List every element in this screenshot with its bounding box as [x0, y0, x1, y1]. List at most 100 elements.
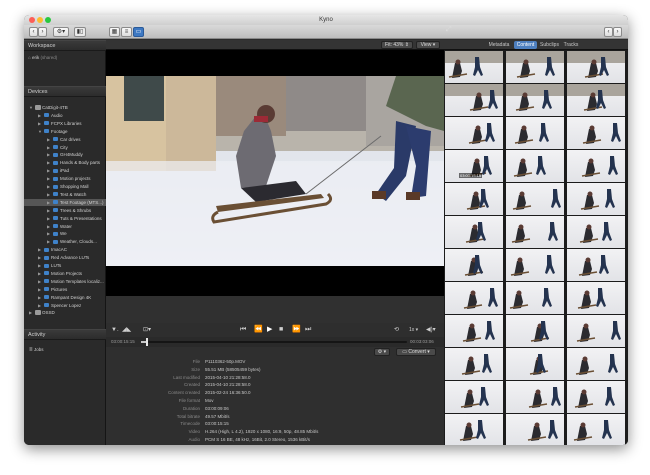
crop-icon[interactable]: ⊡▾ [143, 326, 151, 334]
thumbnail[interactable] [567, 414, 625, 445]
device-tree-item[interactable]: ▶ Audio [24, 112, 106, 119]
thumbnail[interactable] [506, 348, 564, 380]
device-tree-item[interactable]: ▶ Car drives [24, 136, 106, 143]
disclosure-triangle-icon[interactable]: ▶ [38, 120, 41, 127]
thumbnail[interactable] [445, 348, 503, 380]
thumbnail[interactable] [567, 216, 625, 248]
timeline-track[interactable] [141, 338, 407, 346]
device-tree-item[interactable]: ▶ We [24, 230, 106, 237]
device-tree-item[interactable]: ▶ LUTs [24, 262, 106, 269]
speed-select[interactable]: 1x ▾ [409, 326, 418, 334]
thumbnail[interactable] [567, 183, 625, 215]
thumbnail[interactable] [506, 315, 564, 347]
thumbnail[interactable] [567, 51, 625, 83]
disclosure-triangle-icon[interactable]: ▶ [47, 215, 50, 222]
forward-button[interactable]: › [38, 27, 47, 37]
disclosure-triangle-icon[interactable]: ▶ [38, 278, 41, 285]
settings-button[interactable]: ⚙▾ [53, 27, 69, 37]
skip-back-icon[interactable]: ⏮ [240, 326, 246, 334]
disclosure-triangle-icon[interactable]: ▶ [47, 159, 50, 166]
thumbnail[interactable] [506, 216, 564, 248]
metadata-value[interactable]: Mov [205, 397, 214, 404]
disclosure-triangle-icon[interactable]: ▶ [47, 136, 50, 143]
mark-in-icon[interactable]: ▼. [111, 326, 119, 334]
disclosure-triangle-icon[interactable]: ▶ [38, 302, 41, 309]
zoom-fit-select[interactable]: Fit: 43% ⇕ [381, 41, 413, 49]
view-select[interactable]: View ▾ [416, 41, 440, 49]
metadata-value[interactable]: 03:00:15:15 [205, 420, 229, 427]
thumbnail[interactable] [445, 381, 503, 413]
nav-forward-right-button[interactable]: › [613, 27, 622, 37]
device-tree-item[interactable]: ▶ Shopping Mall [24, 183, 106, 190]
device-tree-item[interactable]: ▶ Test & Watch [24, 191, 106, 198]
metadata-value[interactable]: P1110362-50p.MOV [205, 358, 245, 365]
thumbnail[interactable] [445, 216, 503, 248]
device-tree-item[interactable]: ▶ Spencer Lopez [24, 302, 106, 309]
thumbnail[interactable] [567, 117, 625, 149]
thumbnail[interactable] [506, 84, 564, 116]
thumbnail[interactable] [445, 315, 503, 347]
loop-icon[interactable]: ⟲ [394, 326, 399, 334]
convert-button[interactable]: ▭ Convert ▾ [396, 348, 436, 356]
disclosure-triangle-icon[interactable]: ▶ [47, 183, 50, 190]
tab-content[interactable]: Content [514, 41, 537, 49]
disclosure-triangle-icon[interactable]: ▶ [47, 191, 50, 198]
thumbnail[interactable] [445, 84, 503, 116]
thumbnail[interactable] [567, 150, 625, 182]
thumbnail[interactable] [567, 249, 625, 281]
metadata-value[interactable]: 2015-04-10 21:28:58.0 [205, 381, 251, 388]
device-tree-item[interactable]: ▶ Motion Templates localiz... [24, 278, 106, 285]
disclosure-triangle-icon[interactable]: ▶ [38, 270, 41, 277]
device-tree-item[interactable]: ▶ Test Footage (MTS...) [24, 198, 106, 206]
device-tree-item[interactable]: ▶ Hands & Body parts [24, 159, 106, 166]
thumbnail[interactable]: 03:00:15:15 [445, 150, 503, 182]
thumbnail[interactable] [445, 51, 503, 83]
thumbnail[interactable] [506, 282, 564, 314]
back-button[interactable]: ‹ [29, 27, 38, 37]
device-tree-item[interactable]: ▶ iPad [24, 167, 106, 174]
device-tree-item[interactable]: ▶ ImacAC [24, 246, 106, 253]
metadata-value[interactable]: 2015-04-10 21:28:58.0 [205, 374, 251, 381]
thumbnail[interactable] [567, 348, 625, 380]
step-forward-icon[interactable]: ⏩ [292, 326, 301, 334]
minimize-window-button[interactable] [37, 17, 43, 23]
video-viewer[interactable] [106, 50, 444, 296]
disclosure-triangle-icon[interactable]: ▶ [38, 294, 41, 301]
device-tree-item[interactable]: ▶ City [24, 144, 106, 151]
disclosure-triangle-icon[interactable]: ▶ [47, 238, 50, 245]
thumbnail[interactable] [445, 183, 503, 215]
metadata-value[interactable]: PCM S 16 BE, 48 kHz, 16Bit, 2.0 Stereo, … [205, 436, 310, 443]
device-tree-item[interactable]: ▼ Footage [24, 128, 106, 135]
disclosure-triangle-icon[interactable]: ▶ [47, 230, 50, 237]
thumbnail[interactable] [506, 51, 564, 83]
device-tree-item[interactable]: ▶ Motion projects [24, 175, 106, 182]
disclosure-triangle-icon[interactable]: ▶ [38, 286, 41, 293]
metadata-value[interactable]: H.264 (High, L 4.2), 1920 x 1080, 16:9, … [205, 428, 318, 435]
skip-forward-icon[interactable]: ⏭ [305, 326, 311, 334]
tab-tracks[interactable]: Tracks [562, 41, 580, 49]
activity-jobs-item[interactable]: ≣ Jobs [24, 346, 106, 353]
play-icon[interactable]: ▶ [267, 326, 272, 334]
disclosure-triangle-icon[interactable]: ▶ [29, 309, 32, 316]
thumbnail[interactable] [506, 183, 564, 215]
device-tree-item[interactable]: ▶ GH4Muddy [24, 151, 106, 158]
device-tree-item[interactable]: ▶ Weather, Clouds... [24, 238, 106, 245]
thumbnail[interactable] [567, 84, 625, 116]
device-tree-item[interactable]: ▶ Water [24, 223, 106, 230]
thumbnail[interactable] [506, 150, 564, 182]
player-view-button[interactable]: ▭ [133, 27, 144, 37]
list-view-button[interactable]: ≡ [121, 27, 132, 37]
device-tree-item[interactable]: ▶ Tuts & Presentations [24, 215, 106, 222]
timeline[interactable]: 03:00:15:15 00:03:03:06 [106, 337, 444, 347]
disclosure-triangle-icon[interactable]: ▶ [47, 167, 50, 174]
device-tree-item[interactable]: ▶ Pictures [24, 286, 106, 293]
sidebar-toggle-button[interactable]: ▮▯ [74, 27, 86, 37]
tab-subclips[interactable]: Subclips [538, 41, 561, 49]
thumbnail[interactable] [506, 414, 564, 445]
close-window-button[interactable] [29, 17, 35, 23]
thumbnail[interactable] [567, 381, 625, 413]
metadata-value[interactable]: 03:00:09:06 [205, 405, 229, 412]
disclosure-triangle-icon[interactable]: ▶ [47, 151, 50, 158]
device-tree-item[interactable]: ▶ Motion Projects [24, 270, 106, 277]
disclosure-triangle-icon[interactable]: ▶ [47, 223, 50, 230]
